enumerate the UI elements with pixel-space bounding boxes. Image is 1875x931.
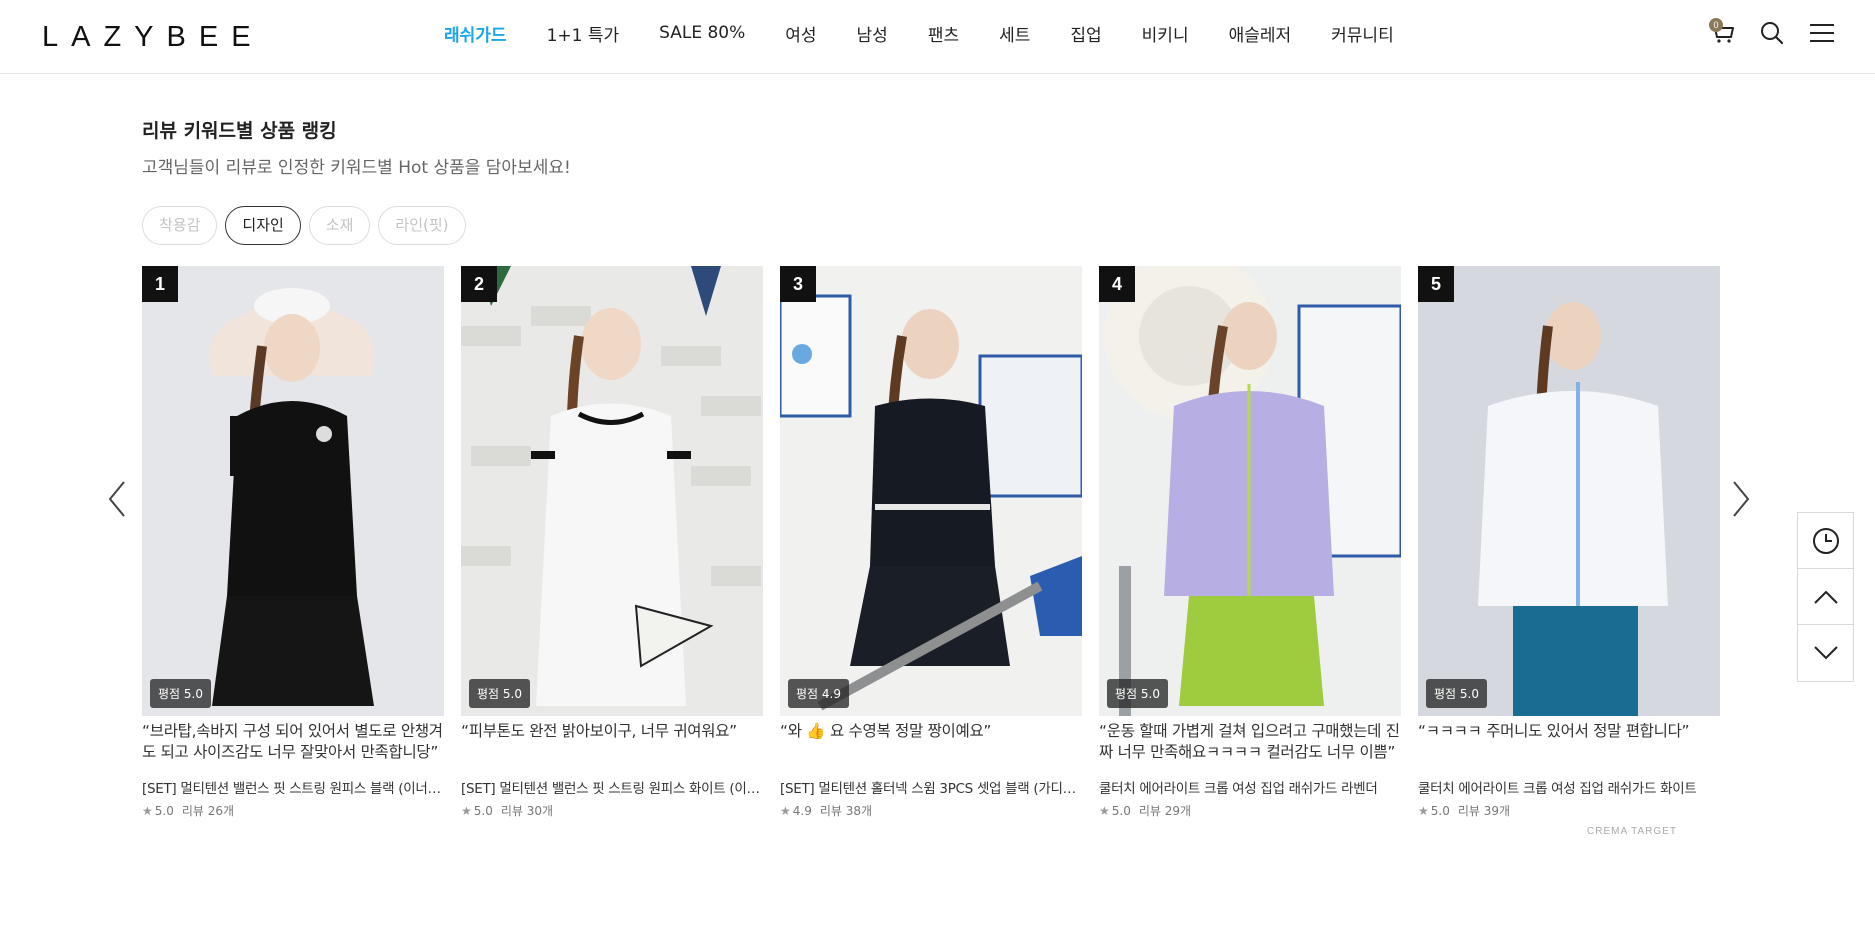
product-name[interactable]: [SET] 멀티텐션 홀터넥 스윔 3PCS 셋업 블랙 (가디건 + 원피스) bbox=[780, 777, 1082, 797]
nav-item-sale[interactable]: SALE 80% bbox=[659, 23, 745, 43]
product-card[interactable]: 3 평점 4.9 “와 👍 요 수영복 정말 짱이예요” [SET] 멀티텐션 … bbox=[780, 266, 1082, 819]
star-icon: ★ bbox=[1418, 803, 1429, 818]
product-meta: ★ 5.0 리뷰 29개 bbox=[1099, 802, 1401, 819]
site-header: LAZYBEE 래쉬가드 1+1 특가 SALE 80% 여성 남성 팬츠 세트… bbox=[0, 0, 1875, 74]
review-quote: “운동 할때 가볍게 걸쳐 입으려고 구매했는데 진짜 너무 만족해요ㅋㅋㅋㅋ … bbox=[1099, 722, 1400, 761]
rank-badge: 2 bbox=[461, 266, 497, 302]
review-count: 리뷰 30개 bbox=[500, 804, 554, 818]
menu-button[interactable] bbox=[1807, 18, 1837, 48]
search-button[interactable] bbox=[1757, 18, 1787, 48]
star-icon: ★ bbox=[461, 803, 472, 818]
cart-count-badge: 0 bbox=[1709, 18, 1723, 32]
product-score: 4.9 bbox=[792, 803, 812, 818]
logo[interactable]: LAZYBEE bbox=[42, 22, 264, 52]
product-meta: ★ 5.0 리뷰 39개 bbox=[1418, 802, 1720, 819]
nav-item-set[interactable]: 세트 bbox=[999, 21, 1030, 46]
product-meta: ★ 5.0 리뷰 30개 bbox=[461, 802, 763, 819]
rank-badge: 3 bbox=[780, 266, 816, 302]
rank-badge: 4 bbox=[1099, 266, 1135, 302]
carousel-next-arrow[interactable] bbox=[1724, 478, 1754, 520]
product-carousel: 1 평점 5.0 “브라탑,속바지 구성 되어 있어서 별도로 안챙겨도 되고 … bbox=[142, 266, 1722, 819]
product-image[interactable]: 2 평점 5.0 bbox=[461, 266, 763, 716]
rating-badge: 평점 5.0 bbox=[469, 679, 530, 708]
product-score: 5.0 bbox=[473, 803, 493, 818]
nav-item-athleisure[interactable]: 애슬레저 bbox=[1229, 21, 1292, 46]
product-score: 5.0 bbox=[1111, 803, 1131, 818]
scroll-down-icon bbox=[1813, 646, 1838, 660]
section-subtitle: 고객님들이 리뷰로 인정한 키워드별 Hot 상품을 담아보세요! bbox=[142, 158, 571, 178]
chip-fit-comfort[interactable]: 착용감 bbox=[142, 206, 218, 245]
product-name[interactable]: 쿨터치 에어라이트 크롭 여성 집업 래쉬가드 라벤더 bbox=[1099, 777, 1401, 797]
product-image[interactable]: 1 평점 5.0 bbox=[142, 266, 444, 716]
product-name[interactable]: [SET] 멀티텐션 밸런스 핏 스트링 원피스 블랙 (이너팬츠 포함) bbox=[142, 777, 444, 797]
review-count: 리뷰 38개 bbox=[819, 804, 873, 818]
chip-design[interactable]: 디자인 bbox=[225, 206, 301, 245]
chip-line-fit[interactable]: 라인(핏) bbox=[378, 206, 466, 245]
product-card[interactable]: 5 평점 5.0 “ㅋㅋㅋㅋ 주머니도 있어서 정말 편합니다” 쿨터치 에어라… bbox=[1418, 266, 1720, 819]
product-meta: ★ 4.9 리뷰 38개 bbox=[780, 802, 1082, 819]
nav-item-rashguard[interactable]: 래쉬가드 bbox=[444, 21, 507, 46]
rating-badge: 평점 5.0 bbox=[150, 679, 211, 708]
product-card[interactable]: 1 평점 5.0 “브라탑,속바지 구성 되어 있어서 별도로 안챙겨도 되고 … bbox=[142, 266, 444, 819]
carousel-prev-arrow[interactable] bbox=[104, 478, 134, 520]
review-quote: “피부톤도 완전 밝아보이구, 너무 귀여워요” bbox=[461, 722, 737, 740]
review-quote: “ㅋㅋㅋㅋ 주머니도 있어서 정말 편합니다” bbox=[1418, 722, 1690, 740]
review-count: 리뷰 29개 bbox=[1138, 804, 1192, 818]
crema-target-label: CREMA TARGET bbox=[1587, 826, 1677, 837]
nav-item-women[interactable]: 여성 bbox=[785, 21, 816, 46]
header-icons: 0 bbox=[1687, 18, 1837, 48]
star-icon: ★ bbox=[142, 803, 153, 818]
rating-badge: 평점 5.0 bbox=[1426, 679, 1487, 708]
menu-icon bbox=[1810, 24, 1834, 42]
section-title: 리뷰 키워드별 상품 랭킹 bbox=[142, 120, 337, 142]
product-score: 5.0 bbox=[154, 803, 174, 818]
rank-badge: 1 bbox=[142, 266, 178, 302]
nav-item-zipup[interactable]: 집업 bbox=[1070, 21, 1101, 46]
nav-item-bikini[interactable]: 비키니 bbox=[1142, 21, 1189, 46]
nav-item-1plus1[interactable]: 1+1 특가 bbox=[547, 21, 620, 46]
recent-button[interactable] bbox=[1798, 513, 1853, 569]
star-icon: ★ bbox=[1099, 803, 1110, 818]
product-score: 5.0 bbox=[1430, 803, 1450, 818]
review-quote: “브라탑,속바지 구성 되어 있어서 별도로 안챙겨도 되고 사이즈감도 너무 … bbox=[142, 722, 443, 761]
nav-item-community[interactable]: 커뮤니티 bbox=[1331, 21, 1394, 46]
rating-badge: 평점 4.9 bbox=[788, 679, 849, 708]
rating-badge: 평점 5.0 bbox=[1107, 679, 1168, 708]
review-count: 리뷰 26개 bbox=[181, 804, 235, 818]
product-meta: ★ 5.0 리뷰 26개 bbox=[142, 802, 444, 819]
main-nav: 래쉬가드 1+1 특가 SALE 80% 여성 남성 팬츠 세트 집업 비키니 … bbox=[444, 0, 1434, 66]
nav-item-pants[interactable]: 팬츠 bbox=[928, 21, 959, 46]
star-icon: ★ bbox=[780, 803, 791, 818]
review-count: 리뷰 39개 bbox=[1457, 804, 1511, 818]
keyword-chips: 착용감 디자인 소재 라인(핏) bbox=[142, 206, 474, 245]
review-quote: “와 👍 요 수영복 정말 짱이예요” bbox=[780, 722, 992, 740]
scroll-up-icon bbox=[1813, 590, 1838, 604]
cart-button[interactable]: 0 bbox=[1707, 18, 1737, 48]
product-card[interactable]: 4 평점 5.0 “운동 할때 가볍게 걸쳐 입으려고 구매했는데 진짜 너무 … bbox=[1099, 266, 1401, 819]
chip-material[interactable]: 소재 bbox=[308, 206, 371, 245]
scroll-down-button[interactable] bbox=[1798, 625, 1853, 681]
search-icon bbox=[1761, 22, 1784, 45]
product-image[interactable]: 5 평점 5.0 bbox=[1418, 266, 1720, 716]
side-widget bbox=[1797, 512, 1854, 682]
product-image[interactable]: 3 평점 4.9 bbox=[780, 266, 1082, 716]
scroll-up-button[interactable] bbox=[1798, 569, 1853, 625]
nav-item-men[interactable]: 남성 bbox=[857, 21, 888, 46]
product-image[interactable]: 4 평점 5.0 bbox=[1099, 266, 1401, 716]
recent-icon bbox=[1812, 527, 1839, 554]
product-name[interactable]: [SET] 멀티텐션 밸런스 핏 스트링 원피스 화이트 (이너팬츠 포함) bbox=[461, 777, 763, 797]
product-card[interactable]: 2 평점 5.0 “피부톤도 완전 밝아보이구, 너무 귀여워요” [SET] … bbox=[461, 266, 763, 819]
rank-badge: 5 bbox=[1418, 266, 1454, 302]
product-name[interactable]: 쿨터치 에어라이트 크롭 여성 집업 래쉬가드 화이트 bbox=[1418, 777, 1720, 797]
